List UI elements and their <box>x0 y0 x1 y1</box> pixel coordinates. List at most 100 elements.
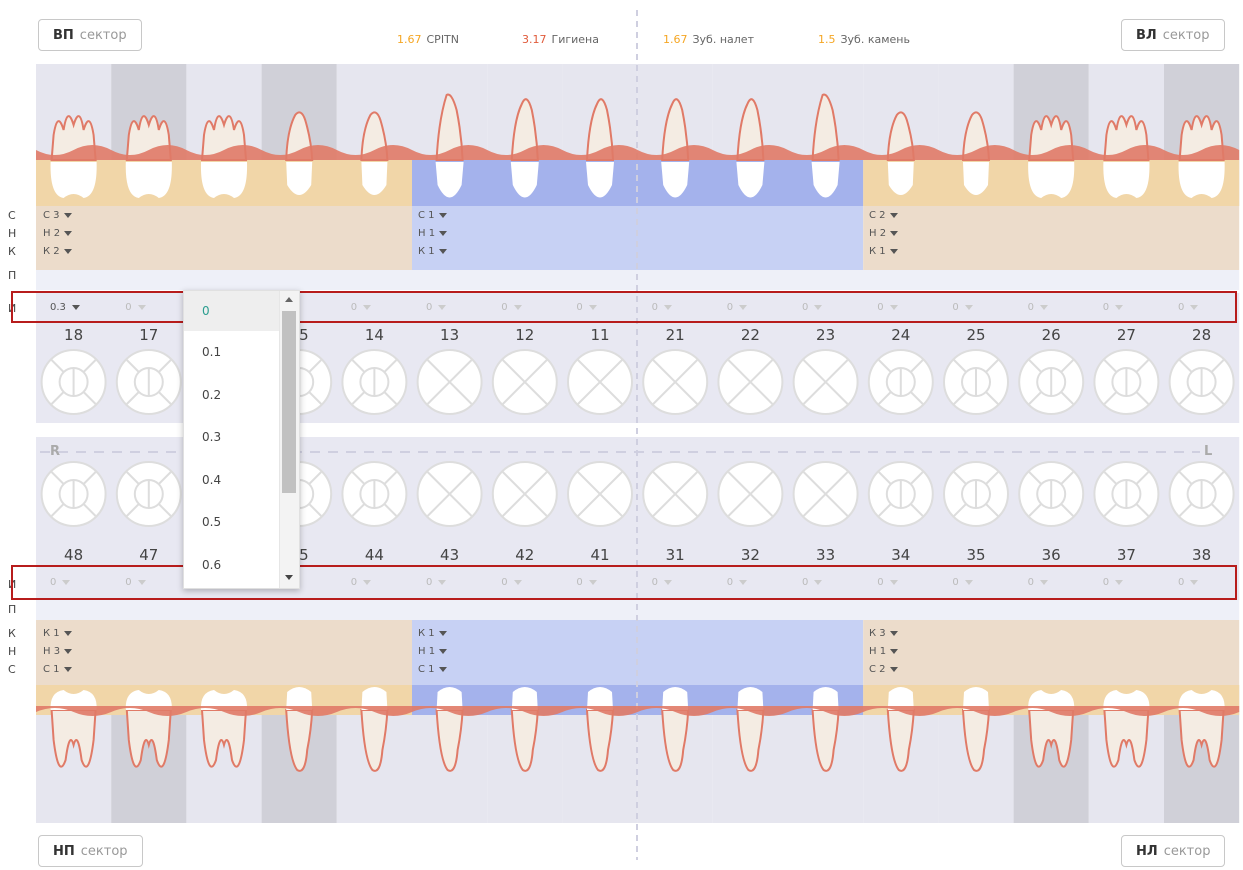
lower-index-select-42[interactable]: 0 <box>501 577 522 588</box>
dropdown-option[interactable]: 0.5 <box>184 501 280 544</box>
upper-index-select-13[interactable]: 0 <box>426 302 447 313</box>
lower-group1-s[interactable]: С 1 <box>43 664 72 675</box>
lower-index-select-34[interactable]: 0 <box>877 577 898 588</box>
index-select-value: 0 <box>877 302 884 313</box>
upper-index-select-18[interactable]: 0.3 <box>50 302 80 313</box>
lower-group3-k[interactable]: К 3 <box>869 628 898 639</box>
index-select-value: 0.3 <box>50 302 66 313</box>
lower-index-select-33[interactable]: 0 <box>802 577 823 588</box>
chevron-down-icon <box>63 212 72 218</box>
chevron-down-icon <box>438 666 447 672</box>
chevron-down-icon <box>63 630 72 636</box>
lower-index-select-48[interactable]: 0 <box>50 577 71 588</box>
lower-index-select-38[interactable]: 0 <box>1178 577 1199 588</box>
tooth-number: 17 <box>139 326 159 344</box>
dd-value: С 1 <box>418 664 435 675</box>
chevron-down-icon <box>1115 304 1124 310</box>
upper-index-select-11[interactable]: 0 <box>576 302 597 313</box>
upper-group3-k[interactable]: К 1 <box>869 246 898 257</box>
dd-value: С 3 <box>43 210 60 221</box>
tooth-number: 11 <box>590 326 610 344</box>
lower-group2-n[interactable]: Н 1 <box>418 646 448 657</box>
upper-tooth-crown <box>1178 162 1225 198</box>
lower-index-select-32[interactable]: 0 <box>727 577 748 588</box>
chevron-down-icon <box>62 579 71 585</box>
upper-group2-k[interactable]: К 1 <box>418 246 447 257</box>
lower-index-select-37[interactable]: 0 <box>1103 577 1124 588</box>
index-select-value: 0 <box>802 577 809 588</box>
index-select-value: 0 <box>952 577 959 588</box>
lower-group2-s[interactable]: С 1 <box>418 664 447 675</box>
upper-index-select-23[interactable]: 0 <box>802 302 823 313</box>
upper-group1-s[interactable]: С 3 <box>43 210 72 221</box>
upper-index-select-27[interactable]: 0 <box>1103 302 1124 313</box>
index-value-dropdown[interactable]: 0 0.1 0.2 0.3 0.4 0.5 0.6 <box>183 290 300 589</box>
dropdown-option[interactable]: 0.3 <box>184 416 280 459</box>
lower-index-select-31[interactable]: 0 <box>652 577 672 588</box>
dropdown-option[interactable]: 0.4 <box>184 459 280 502</box>
chevron-down-icon <box>663 579 672 585</box>
chevron-down-icon <box>964 579 973 585</box>
tooth-number: 34 <box>891 546 911 564</box>
chevron-down-icon <box>71 304 80 310</box>
upper-group3-s[interactable]: С 2 <box>869 210 898 221</box>
chevron-down-icon <box>438 579 447 585</box>
tooth-number: 41 <box>590 546 610 564</box>
dropdown-option[interactable]: 0 <box>184 291 280 331</box>
lower-group3-s[interactable]: С 2 <box>869 664 898 675</box>
lower-info-band <box>863 620 1240 685</box>
tooth-number: 24 <box>891 326 911 344</box>
lower-index-select-47[interactable]: 0 <box>125 577 146 588</box>
upper-group2-s[interactable]: С 1 <box>418 210 447 221</box>
lower-index-select-43[interactable]: 0 <box>426 577 447 588</box>
index-select-value: 0 <box>1178 577 1185 588</box>
upper-index-select-26[interactable]: 0 <box>1028 302 1048 313</box>
upper-index-select-21[interactable]: 0 <box>652 302 672 313</box>
chevron-down-icon <box>438 248 447 254</box>
lower-group1-k[interactable]: К 1 <box>43 628 72 639</box>
index-select-value: 0 <box>1027 302 1034 313</box>
upper-index-select-25[interactable]: 0 <box>952 302 973 313</box>
chevron-down-icon <box>438 212 447 218</box>
lower-group3-n[interactable]: Н 1 <box>869 646 899 657</box>
upper-index-select-17[interactable]: 0 <box>125 302 146 313</box>
scroll-up-icon[interactable] <box>285 297 293 302</box>
upper-index-select-28[interactable]: 0 <box>1178 302 1199 313</box>
index-select-value: 0 <box>426 577 433 588</box>
tooth-number: 14 <box>364 326 384 344</box>
lower-index-select-35[interactable]: 0 <box>952 577 973 588</box>
tooth-number: 31 <box>665 546 685 564</box>
chevron-down-icon <box>64 230 73 236</box>
upper-side-letter-i: И <box>8 302 17 315</box>
upper-index-select-22[interactable]: 0 <box>727 302 748 313</box>
lower-index-select-41[interactable]: 0 <box>576 577 597 588</box>
upper-group1-n[interactable]: Н 2 <box>43 228 73 239</box>
upper-group2-n[interactable]: Н 1 <box>418 228 448 239</box>
chevron-down-icon <box>363 304 372 310</box>
chevron-down-icon <box>63 666 72 672</box>
upper-side-letter-s: С <box>8 209 16 222</box>
lower-group2-k[interactable]: К 1 <box>418 628 447 639</box>
tooth-number: 47 <box>139 546 159 564</box>
upper-group3-n[interactable]: Н 2 <box>869 228 899 239</box>
chevron-down-icon <box>739 579 748 585</box>
dropdown-option[interactable]: 0.6 <box>184 544 280 587</box>
upper-index-select-14[interactable]: 0 <box>351 302 372 313</box>
scroll-down-icon[interactable] <box>285 575 293 580</box>
lower-index-select-44[interactable]: 0 <box>351 577 372 588</box>
tooth-number: 33 <box>816 546 836 564</box>
upper-group1-k[interactable]: К 2 <box>43 246 72 257</box>
lower-side-letter-p: П <box>8 603 17 616</box>
index-select-value: 0 <box>50 577 57 588</box>
upper-index-select-24[interactable]: 0 <box>877 302 898 313</box>
dropdown-option[interactable]: 0.2 <box>184 374 280 417</box>
chevron-down-icon <box>964 304 973 310</box>
chevron-down-icon <box>890 230 899 236</box>
scrollbar-thumb[interactable] <box>282 311 296 493</box>
dd-value: С 1 <box>43 664 60 675</box>
dd-value: С 1 <box>418 210 435 221</box>
upper-index-select-12[interactable]: 0 <box>501 302 522 313</box>
lower-group1-n[interactable]: Н 3 <box>43 646 73 657</box>
lower-index-select-36[interactable]: 0 <box>1028 577 1048 588</box>
dropdown-option[interactable]: 0.1 <box>184 331 280 374</box>
